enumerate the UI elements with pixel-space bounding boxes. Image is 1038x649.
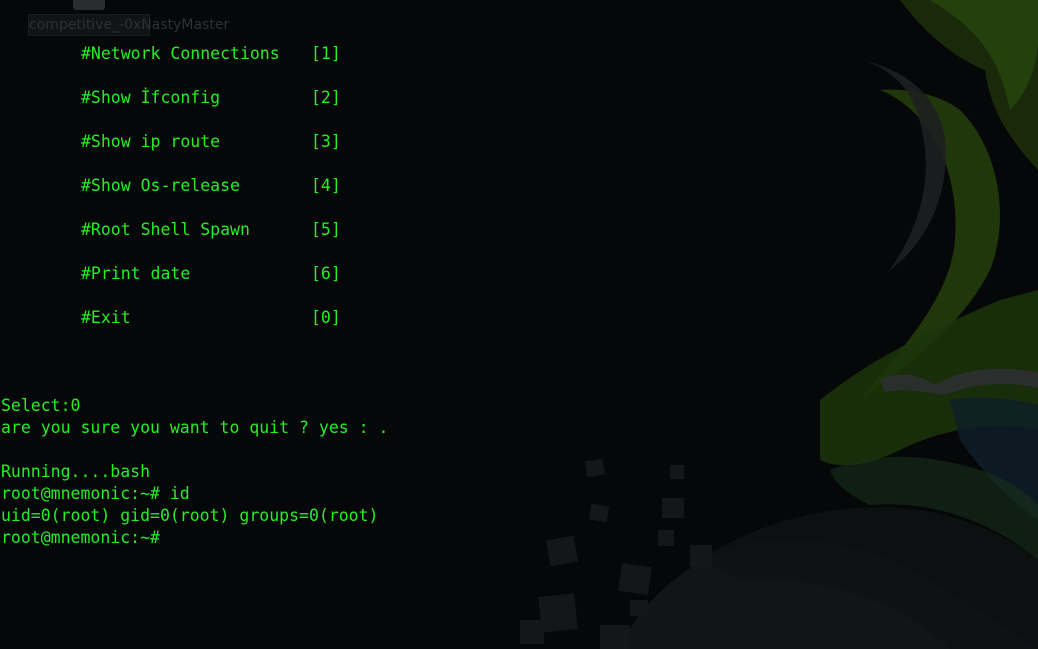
menu-key-0: [0] [311, 308, 341, 327]
id-output-line: uid=0(root) gid=0(root) groups=0(root) [1, 506, 379, 525]
menu-item-network-connections: #Network Connections [81, 44, 280, 63]
menu-item-show-ip-route: #Show ip route [81, 132, 221, 151]
id-command-line: root@mnemonic:~# id [1, 484, 190, 503]
desktop-screen: competitive_-0xNastyMaster #Network Conn… [0, 0, 1038, 649]
menu-key-1: [1] [311, 44, 341, 63]
select-line: Select:0 [1, 396, 81, 415]
menu-item-show-ifconfig: #Show İfconfig [81, 88, 221, 107]
menu-key-4: [4] [311, 176, 341, 195]
terminal-window[interactable]: #Network Connections [1] #Show İfconfig … [0, 0, 1038, 649]
shell-prompt-line[interactable]: root@mnemonic:~# [1, 527, 170, 549]
menu-item-exit: #Exit [81, 308, 131, 327]
menu-item-root-shell-spawn: #Root Shell Spawn [81, 220, 250, 239]
menu-key-3: [3] [311, 132, 341, 151]
running-bash-line: Running....bash [1, 462, 151, 481]
shell-prompt: root@mnemonic:~# [1, 528, 160, 547]
menu-item-show-os-release: #Show Os-release [81, 176, 240, 195]
menu-key-6: [6] [311, 264, 341, 283]
menu-key-2: [2] [311, 88, 341, 107]
menu-key-5: [5] [311, 220, 341, 239]
quit-confirm-line: are you sure you want to quit ? yes : . [1, 418, 389, 437]
menu-item-print-date: #Print date [81, 264, 191, 283]
